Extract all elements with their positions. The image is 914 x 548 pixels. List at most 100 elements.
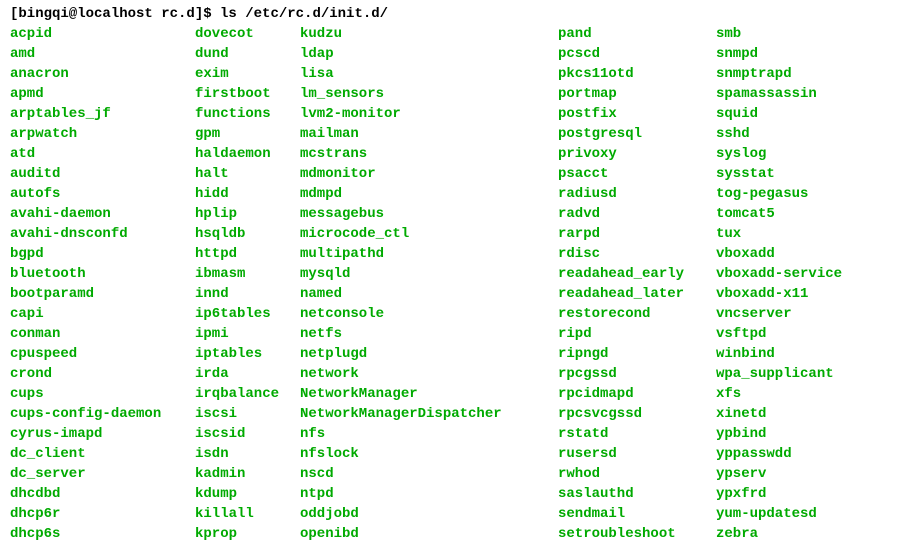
file-entry: mcstrans	[300, 146, 558, 162]
file-entry: dhcp6s	[10, 526, 195, 542]
file-listing: acpiddovecotkudzupandsmb amddundldappcscd…	[10, 26, 904, 542]
file-entry: winbind	[716, 346, 904, 362]
file-entry: arpwatch	[10, 126, 195, 142]
file-entry: haldaemon	[195, 146, 300, 162]
file-entry: lm_sensors	[300, 86, 558, 102]
file-entry: syslog	[716, 146, 904, 162]
file-entry: hsqldb	[195, 226, 300, 242]
file-entry: kudzu	[300, 26, 558, 42]
file-entry: yum-updatesd	[716, 506, 904, 522]
file-entry: ypxfrd	[716, 486, 904, 502]
file-entry: irqbalance	[195, 386, 300, 402]
file-entry: ldap	[300, 46, 558, 62]
file-entry: saslauthd	[558, 486, 716, 502]
file-entry: ripd	[558, 326, 716, 342]
file-entry: sysstat	[716, 166, 904, 182]
file-entry: acpid	[10, 26, 195, 42]
file-entry: psacct	[558, 166, 716, 182]
file-entry: xfs	[716, 386, 904, 402]
file-entry: radiusd	[558, 186, 716, 202]
file-entry: dc_server	[10, 466, 195, 482]
file-entry: avahi-dnsconfd	[10, 226, 195, 242]
file-entry: vboxadd	[716, 246, 904, 262]
file-entry: NetworkManagerDispatcher	[300, 406, 558, 422]
file-entry: apmd	[10, 86, 195, 102]
file-entry: dc_client	[10, 446, 195, 462]
file-entry: dhcdbd	[10, 486, 195, 502]
file-entry: rwhod	[558, 466, 716, 482]
file-entry: capi	[10, 306, 195, 322]
file-entry: ypbind	[716, 426, 904, 442]
file-entry: rpcgssd	[558, 366, 716, 382]
file-entry: iscsid	[195, 426, 300, 442]
shell-prompt: [bingqi@localhost rc.d]$ ls /etc/rc.d/in…	[10, 6, 904, 22]
file-entry: dund	[195, 46, 300, 62]
file-entry: named	[300, 286, 558, 302]
file-entry: rarpd	[558, 226, 716, 242]
file-entry: ipmi	[195, 326, 300, 342]
file-entry: amd	[10, 46, 195, 62]
file-entry: ibmasm	[195, 266, 300, 282]
file-entry: arptables_jf	[10, 106, 195, 122]
file-entry: functions	[195, 106, 300, 122]
file-entry: yppasswdd	[716, 446, 904, 462]
file-entry: rpcidmapd	[558, 386, 716, 402]
file-entry: bluetooth	[10, 266, 195, 282]
file-entry: readahead_later	[558, 286, 716, 302]
file-entry: mdmpd	[300, 186, 558, 202]
file-entry: tux	[716, 226, 904, 242]
file-entry: multipathd	[300, 246, 558, 262]
file-entry: exim	[195, 66, 300, 82]
file-entry: avahi-daemon	[10, 206, 195, 222]
file-entry: microcode_ctl	[300, 226, 558, 242]
file-entry: hidd	[195, 186, 300, 202]
file-entry: wpa_supplicant	[716, 366, 904, 382]
file-entry: innd	[195, 286, 300, 302]
file-entry: oddjobd	[300, 506, 558, 522]
file-entry: pkcs11otd	[558, 66, 716, 82]
file-entry: openibd	[300, 526, 558, 542]
file-entry: cyrus-imapd	[10, 426, 195, 442]
file-entry: kprop	[195, 526, 300, 542]
file-entry: mailman	[300, 126, 558, 142]
file-entry: rusersd	[558, 446, 716, 462]
file-entry: postgresql	[558, 126, 716, 142]
file-entry: kadmin	[195, 466, 300, 482]
file-entry: irda	[195, 366, 300, 382]
file-entry: lvm2-monitor	[300, 106, 558, 122]
file-entry: anacron	[10, 66, 195, 82]
file-entry: messagebus	[300, 206, 558, 222]
file-entry: rpcsvcgssd	[558, 406, 716, 422]
file-entry: autofs	[10, 186, 195, 202]
file-entry: bootparamd	[10, 286, 195, 302]
file-entry: cups	[10, 386, 195, 402]
file-entry: squid	[716, 106, 904, 122]
file-entry: snmpd	[716, 46, 904, 62]
file-entry: netplugd	[300, 346, 558, 362]
file-entry: radvd	[558, 206, 716, 222]
file-entry: iscsi	[195, 406, 300, 422]
file-entry: NetworkManager	[300, 386, 558, 402]
file-entry: bgpd	[10, 246, 195, 262]
file-entry: cpuspeed	[10, 346, 195, 362]
file-entry: hplip	[195, 206, 300, 222]
file-entry: pcscd	[558, 46, 716, 62]
file-entry: vboxadd-service	[716, 266, 904, 282]
file-entry: pand	[558, 26, 716, 42]
file-entry: tomcat5	[716, 206, 904, 222]
file-entry: gpm	[195, 126, 300, 142]
file-entry: vncserver	[716, 306, 904, 322]
file-entry: mysqld	[300, 266, 558, 282]
file-entry: isdn	[195, 446, 300, 462]
file-entry: smb	[716, 26, 904, 42]
file-entry: dhcp6r	[10, 506, 195, 522]
file-entry: kdump	[195, 486, 300, 502]
file-entry: rstatd	[558, 426, 716, 442]
file-entry: postfix	[558, 106, 716, 122]
file-entry: iptables	[195, 346, 300, 362]
file-entry: nscd	[300, 466, 558, 482]
file-entry: ypserv	[716, 466, 904, 482]
file-entry: restorecond	[558, 306, 716, 322]
file-entry: spamassassin	[716, 86, 904, 102]
file-entry: dovecot	[195, 26, 300, 42]
